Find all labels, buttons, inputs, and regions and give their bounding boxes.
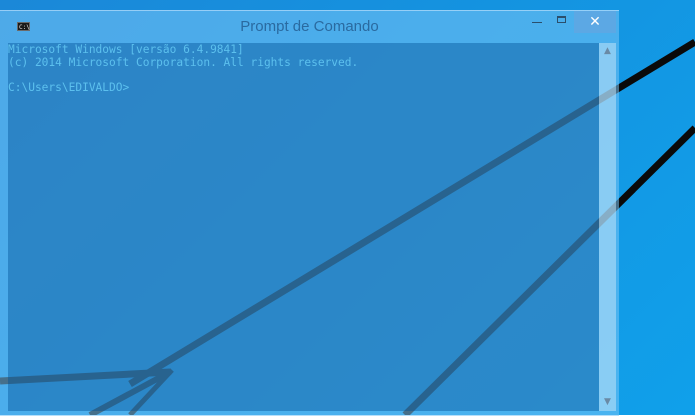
- command-prompt-window: C:\ Prompt de Comando ✕ Microsoft Window…: [0, 10, 619, 416]
- console-line: Microsoft Windows [versão 6.4.9841]: [8, 43, 244, 56]
- scroll-down-icon[interactable]: ▼: [599, 394, 616, 411]
- minimize-button[interactable]: [524, 11, 550, 33]
- close-button[interactable]: ✕: [574, 11, 616, 33]
- scroll-up-icon[interactable]: ▲: [599, 43, 616, 60]
- console-output[interactable]: Microsoft Windows [versão 6.4.9841] (c) …: [8, 43, 599, 411]
- title-bar[interactable]: C:\ Prompt de Comando ✕: [0, 11, 619, 43]
- console-line: (c) 2014 Microsoft Corporation. All righ…: [8, 56, 359, 69]
- console-prompt[interactable]: C:\Users\EDIVALDO>: [8, 81, 129, 94]
- maximize-button[interactable]: [550, 11, 574, 33]
- vertical-scrollbar[interactable]: ▲ ▼: [599, 43, 616, 411]
